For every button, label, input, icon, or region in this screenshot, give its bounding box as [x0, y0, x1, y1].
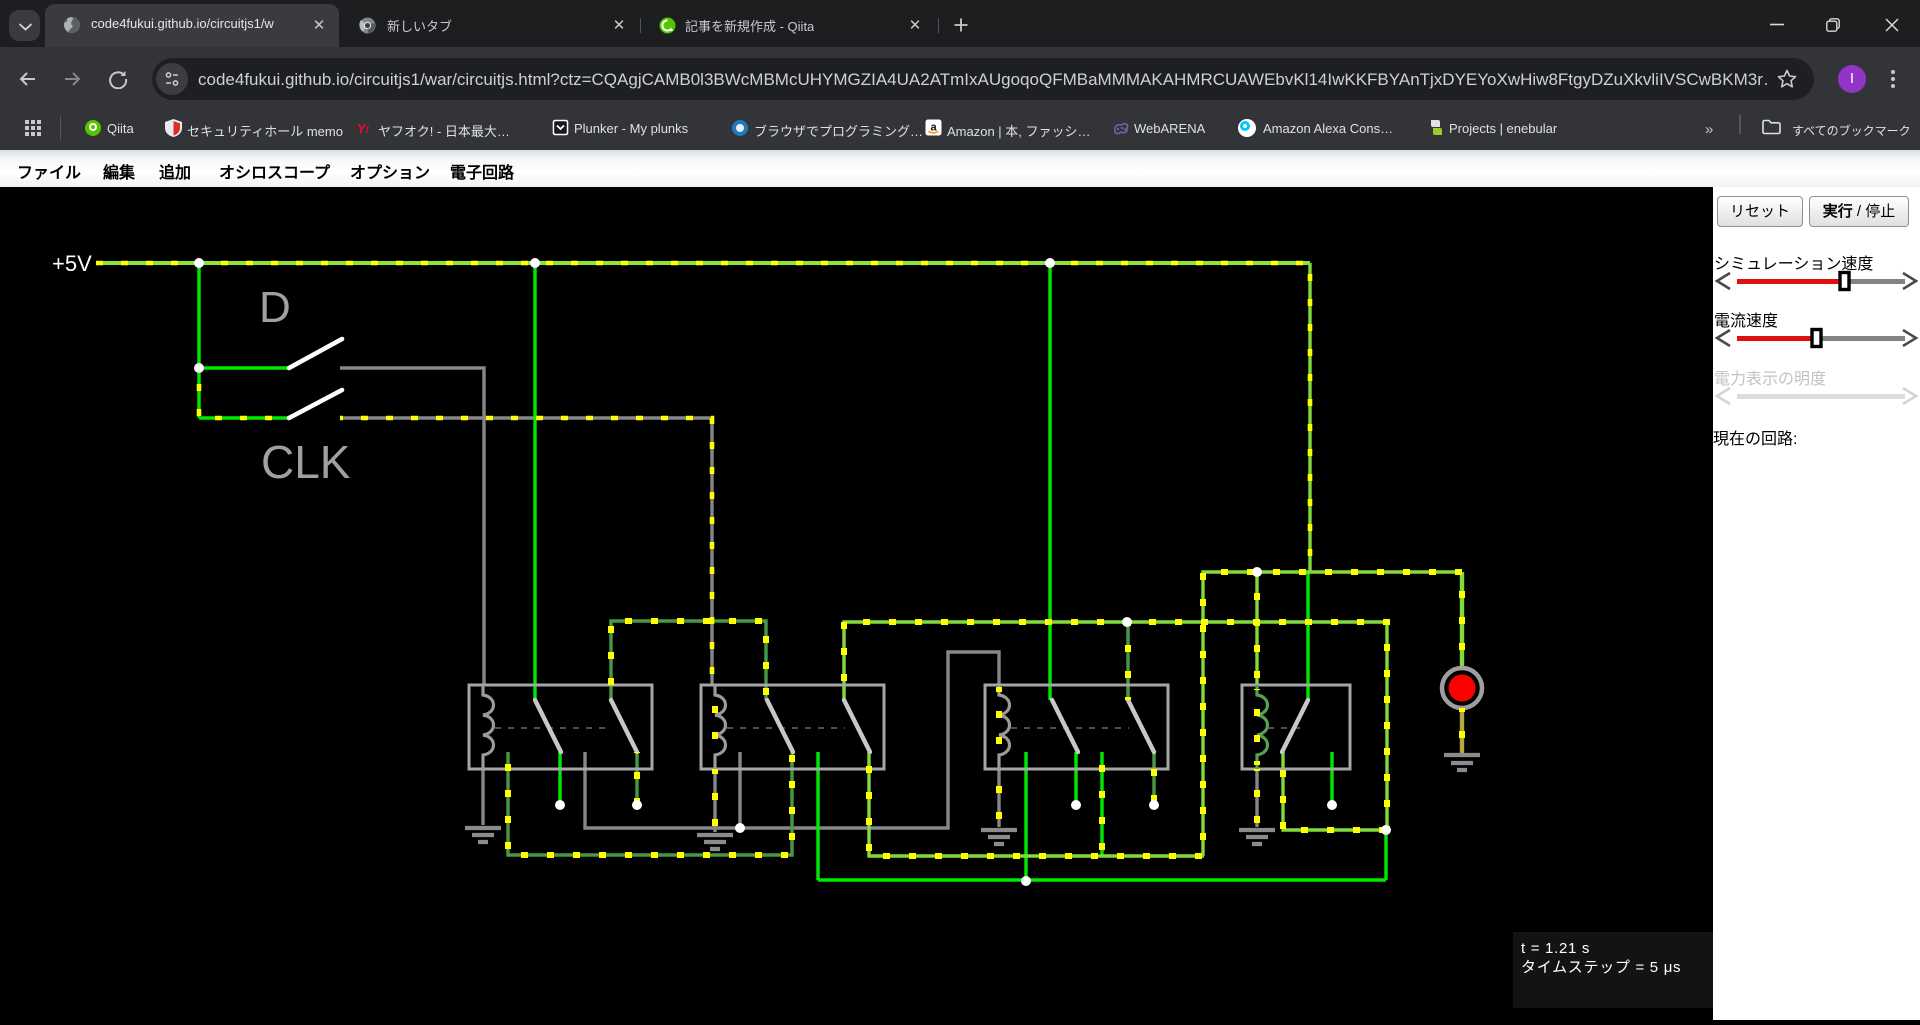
- svg-text:+5V: +5V: [52, 251, 92, 276]
- svg-text:D: D: [259, 283, 291, 332]
- svg-text:CLK: CLK: [261, 436, 351, 488]
